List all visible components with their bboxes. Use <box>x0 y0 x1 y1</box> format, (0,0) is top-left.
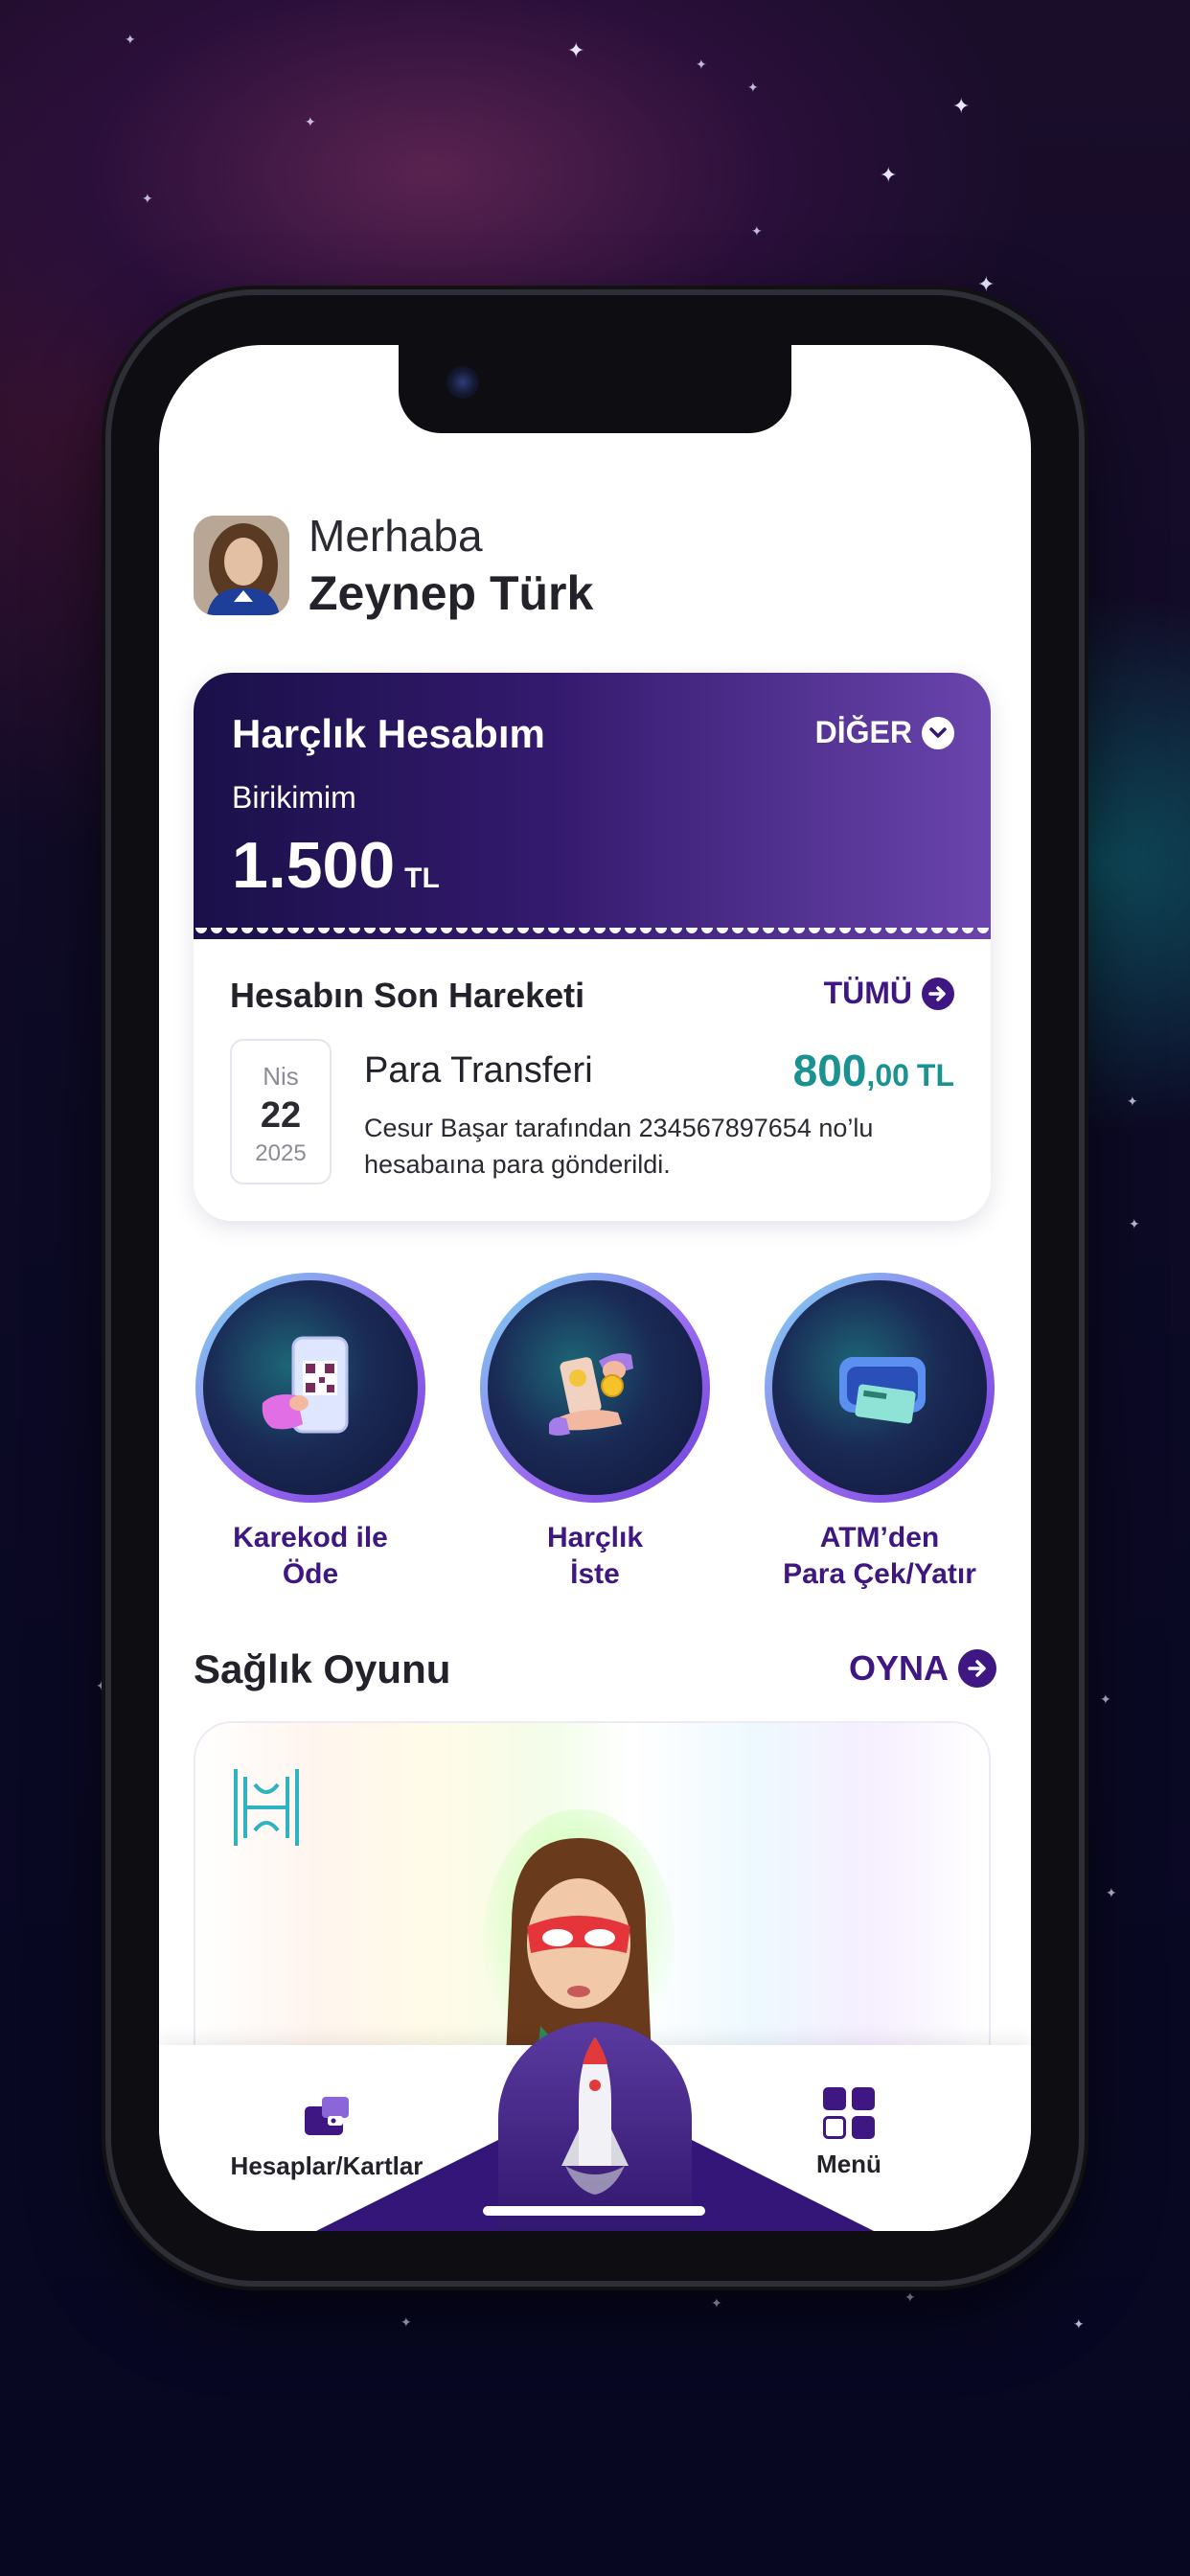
date-year: 2025 <box>255 1140 307 1166</box>
grid-menu-icon <box>823 2087 875 2139</box>
action-ring <box>480 1273 710 1503</box>
brand-logo-icon <box>234 1769 299 1846</box>
health-game-title: Sağlık Oyunu <box>194 1646 451 1691</box>
home-rocket-button[interactable] <box>498 2022 692 2231</box>
savings-value: 1.500 <box>232 829 396 902</box>
star-decoration: ✦ <box>305 114 316 129</box>
transaction-description: Cesur Başar tarafından 234567897654 no’l… <box>364 1114 874 1179</box>
arrow-right-icon <box>922 977 954 1010</box>
atm-withdraw-deposit-button[interactable]: ATM’den Para Çek/Yatır <box>765 1273 995 1593</box>
transaction-title: Para Transferi <box>364 1050 593 1091</box>
play-button[interactable]: OYNA <box>849 1648 996 1689</box>
star-decoration: ✦ <box>1073 2316 1085 2332</box>
notch <box>399 345 791 433</box>
app-screen: Merhaba Zeynep Türk Harçlık Hesabım DİĞE… <box>159 345 1031 2231</box>
user-name: Zeynep Türk <box>309 566 594 620</box>
date-day: 22 <box>260 1095 302 1136</box>
savings-currency: TL <box>404 862 440 894</box>
star-decoration: ✦ <box>751 223 763 239</box>
home-indicator[interactable] <box>483 2206 705 2216</box>
star-decoration: ✦ <box>1127 1093 1138 1109</box>
star-decoration: ✦ <box>1129 1216 1140 1231</box>
action-ring <box>765 1273 995 1503</box>
accounts-cards-label: Hesaplar/Kartlar <box>230 2151 423 2180</box>
coin-exchange-icon <box>488 1280 702 1495</box>
star-decoration: ✦ <box>977 272 995 296</box>
front-camera <box>446 366 479 399</box>
rocket-icon <box>561 2037 629 2195</box>
star-decoration: ✦ <box>142 191 153 206</box>
star-decoration: ✦ <box>567 38 585 62</box>
star-decoration: ✦ <box>880 163 898 187</box>
menu-tab[interactable]: Menü <box>782 2085 916 2179</box>
account-card: Harçlık Hesabım DİĞER Birikimim 1.500 TL… <box>194 673 991 1221</box>
more-button[interactable]: DİĞER <box>815 715 954 750</box>
amount-decimal: ,00 <box>866 1058 909 1092</box>
accounts-cards-tab[interactable]: Hesaplar/Kartlar <box>217 2093 437 2181</box>
action-label: ATM’den Para Çek/Yatır <box>783 1522 976 1590</box>
avatar-photo <box>194 516 289 615</box>
action-ring <box>195 1273 425 1503</box>
greeting-text: Merhaba <box>309 511 483 561</box>
all-label: TÜMÜ <box>823 976 912 1010</box>
menu-label: Menü <box>816 2150 881 2178</box>
savings-amount: 1.500 TL <box>232 828 440 903</box>
phone-frame: Merhaba Zeynep Türk Harçlık Hesabım DİĞE… <box>111 295 1079 2281</box>
amount-main: 800 <box>792 1046 867 1095</box>
star-decoration: ✦ <box>904 2289 916 2305</box>
star-decoration: ✦ <box>96 1678 107 1693</box>
transaction-amount: 800 ,00 TL <box>793 1045 954 1096</box>
all-movements-button[interactable]: TÜMÜ <box>824 976 954 1011</box>
star-decoration: ✦ <box>952 94 971 118</box>
play-label: OYNA <box>848 1648 949 1688</box>
wallet-card-icon <box>305 2097 349 2135</box>
transaction-date: Nis 22 2025 <box>230 1039 332 1184</box>
last-movement-title: Hesabın Son Hareketi <box>230 976 585 1015</box>
chevron-down-icon <box>922 716 954 749</box>
star-decoration: ✦ <box>125 32 136 47</box>
request-allowance-button[interactable]: Harçlık İste <box>480 1273 710 1593</box>
action-label: Harçlık İste <box>546 1522 644 1590</box>
atm-card-icon <box>772 1280 987 1495</box>
arrow-right-icon <box>958 1649 996 1688</box>
amount-currency: TL <box>916 1058 954 1092</box>
qr-phone-icon <box>203 1280 418 1495</box>
star-decoration: ✦ <box>747 80 759 95</box>
savings-label: Birikimim <box>232 780 356 815</box>
star-decoration: ✦ <box>711 2295 722 2311</box>
avatar[interactable] <box>194 516 289 615</box>
star-decoration: ✦ <box>696 57 707 72</box>
account-title: Harçlık Hesabım <box>232 711 545 756</box>
star-decoration: ✦ <box>1106 1885 1117 1900</box>
star-decoration: ✦ <box>1100 1691 1111 1707</box>
action-label: Karekod ile Öde <box>233 1522 388 1590</box>
perforation-divider <box>194 928 991 949</box>
date-month: Nis <box>263 1062 299 1091</box>
star-decoration: ✦ <box>400 2314 412 2330</box>
pay-with-qr-button[interactable]: Karekod ile Öde <box>195 1273 425 1593</box>
more-label: DİĞER <box>814 715 912 749</box>
